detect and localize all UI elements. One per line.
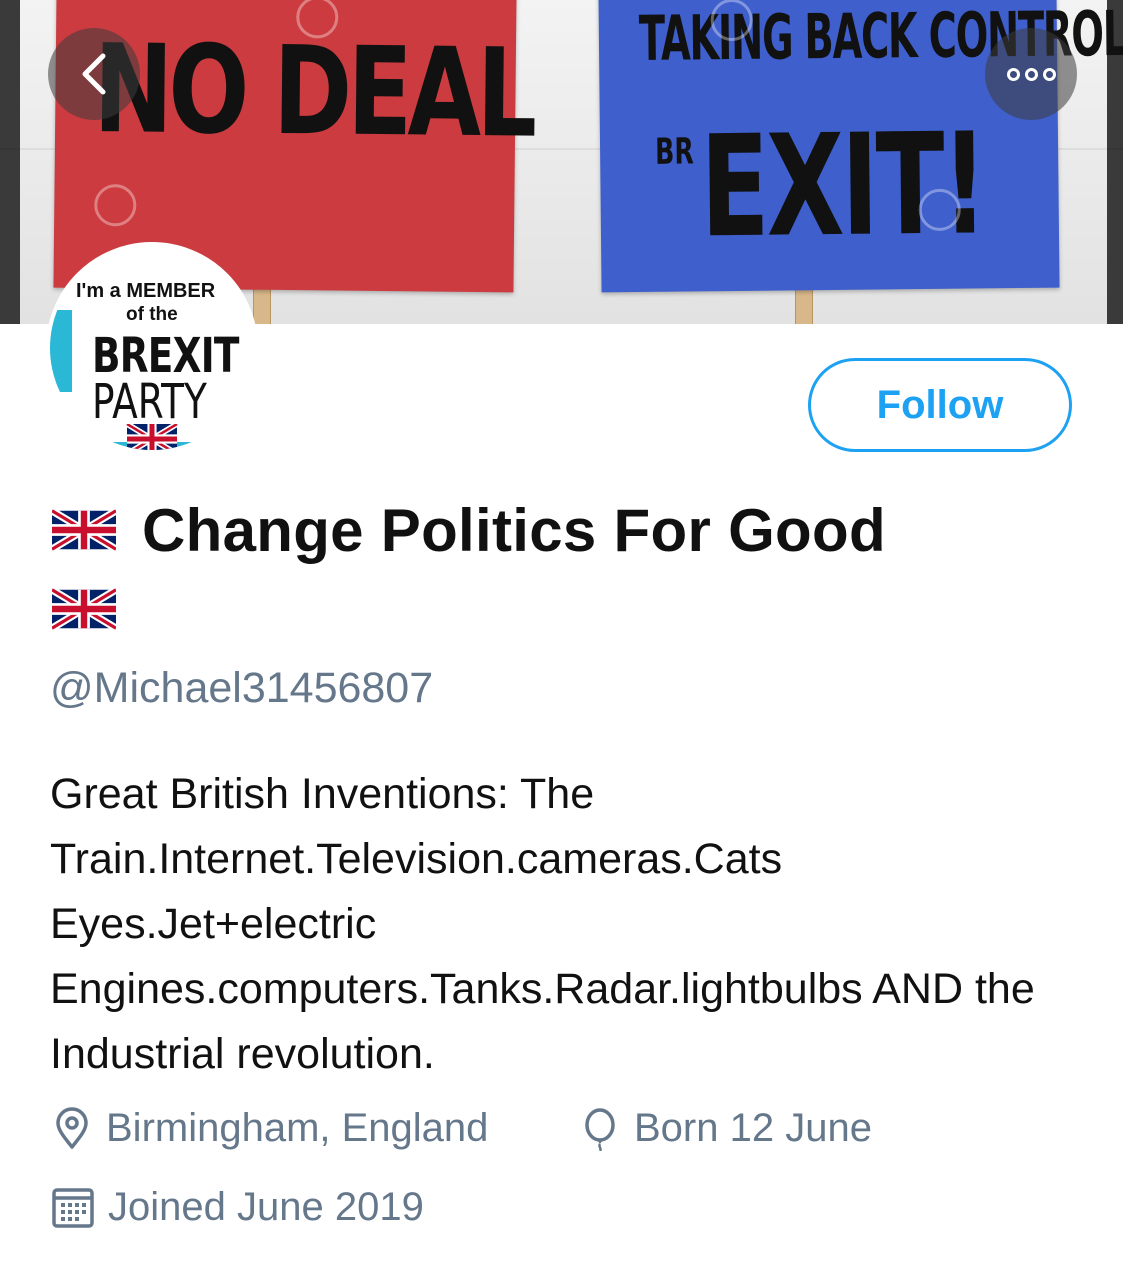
display-name-row: Change Politics For Good xyxy=(52,495,886,565)
profile-bio: Great British Inventions: The Train.Inte… xyxy=(50,770,1035,1078)
calendar-icon xyxy=(52,1188,94,1228)
avatar-accent-bar xyxy=(50,310,72,392)
location-pin-icon xyxy=(56,1106,88,1149)
display-name-flag-row xyxy=(52,588,116,630)
banner-frame-left xyxy=(0,0,20,324)
brexit-sign: TAKING BACK CONTROL BR EXIT! xyxy=(598,0,1123,293)
location-text: Birmingham, England xyxy=(106,1106,489,1150)
more-options-button[interactable] xyxy=(985,28,1077,120)
chevron-left-icon xyxy=(82,53,106,95)
back-button[interactable] xyxy=(48,28,140,120)
watermark-icon xyxy=(918,188,961,232)
profile-joined-date: Joined June 2019 xyxy=(50,1184,424,1230)
no-deal-sign-text: NO DEAL xyxy=(92,17,534,165)
uk-flag-icon xyxy=(52,588,116,630)
birthday-text: Born 12 June xyxy=(634,1106,872,1150)
profile-birthday: Born 12 June xyxy=(578,1106,872,1151)
user-handle: @Michael31456807 xyxy=(50,664,434,712)
display-name: Change Politics For Good xyxy=(142,496,886,564)
uk-flag-icon xyxy=(126,424,178,450)
avatar[interactable]: I'm a MEMBER of the BREXIT PARTY xyxy=(46,242,258,454)
more-options-icon xyxy=(1006,67,1056,81)
joined-text: Joined June 2019 xyxy=(108,1184,424,1229)
avatar-text-line4: PARTY xyxy=(92,374,207,430)
profile-location: Birmingham, England xyxy=(50,1106,488,1151)
avatar-text-line2: of the xyxy=(126,304,178,325)
brexit-sign-main-text: EXIT! xyxy=(699,103,986,270)
watermark-icon xyxy=(94,184,137,227)
balloon-icon xyxy=(585,1107,615,1151)
brexit-sign-prefix: BR xyxy=(654,131,694,173)
uk-flag-icon xyxy=(52,509,116,551)
avatar-text-line1: I'm a MEMBER xyxy=(76,280,216,302)
follow-button[interactable]: Follow xyxy=(808,358,1072,452)
